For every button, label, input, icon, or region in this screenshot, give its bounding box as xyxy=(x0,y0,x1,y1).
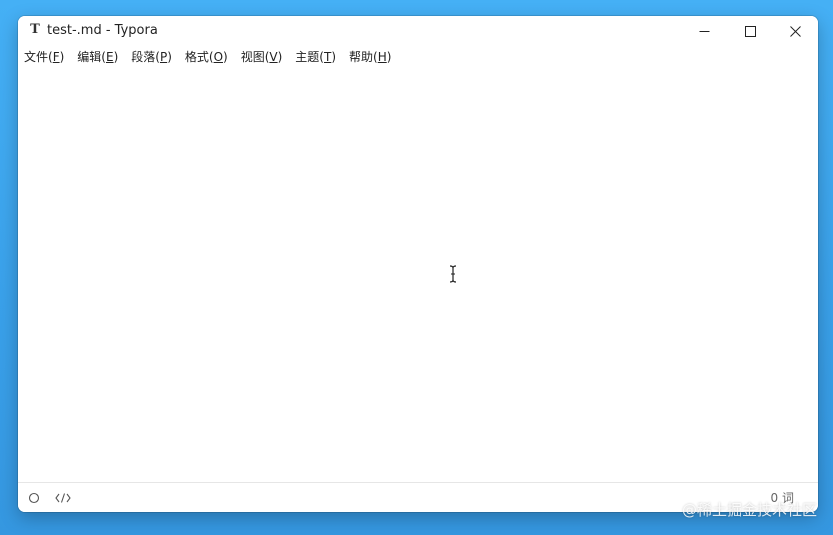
watermark-text: @稀土掘金技术社区 xyxy=(681,501,817,519)
menu-paragraph-label: 段落( xyxy=(131,50,160,64)
minimize-button[interactable] xyxy=(681,16,727,46)
text-cursor-icon xyxy=(449,265,457,283)
editor-area[interactable] xyxy=(18,68,818,482)
menu-help[interactable]: 帮助(H) xyxy=(349,47,398,67)
code-brackets-icon xyxy=(55,493,71,503)
outline-toggle-button[interactable] xyxy=(26,490,42,506)
menu-format-label: 格式( xyxy=(184,50,214,64)
menu-edit[interactable]: 编辑(E) xyxy=(77,47,125,67)
menu-edit-accelerator: E xyxy=(105,50,114,64)
menu-view[interactable]: 视图(V) xyxy=(241,47,290,67)
menu-edit-label: 编辑( xyxy=(77,50,106,64)
menu-view-label: 视图( xyxy=(240,50,270,64)
close-button[interactable] xyxy=(772,16,818,46)
maximize-icon xyxy=(744,25,756,37)
menu-file-accelerator: F xyxy=(52,50,60,64)
close-icon xyxy=(789,25,801,37)
menu-bar: 文件(F) 编辑(E) 段落(P) 格式(O) 视图(V) 主题(T) 帮助(H… xyxy=(18,46,818,68)
desktop-background: T test-.md - Typora 文件(F) 编辑(E) 段落(P) 格式… xyxy=(0,0,833,535)
menu-edit-close: ) xyxy=(113,50,119,64)
window-title: test-.md - Typora xyxy=(47,23,158,38)
menu-theme[interactable]: 主题(T) xyxy=(295,47,343,67)
title-bar[interactable]: T test-.md - Typora xyxy=(18,16,818,46)
menu-file-label: 文件( xyxy=(24,50,53,64)
menu-format[interactable]: 格式(O) xyxy=(185,47,235,67)
circle-outline-icon xyxy=(28,492,40,504)
menu-file-close: ) xyxy=(59,50,65,64)
maximize-button[interactable] xyxy=(727,16,773,46)
menu-help-accelerator: H xyxy=(377,50,387,64)
menu-help-close: ) xyxy=(386,50,392,64)
menu-theme-close: ) xyxy=(331,50,337,64)
menu-theme-label: 主题( xyxy=(295,50,324,64)
typora-window: T test-.md - Typora 文件(F) 编辑(E) 段落(P) 格式… xyxy=(18,16,818,512)
menu-format-accelerator: O xyxy=(213,50,224,64)
minimize-icon xyxy=(699,30,709,32)
menu-view-accelerator: V xyxy=(269,50,278,64)
menu-paragraph-close: ) xyxy=(167,50,172,64)
menu-format-close: ) xyxy=(223,50,228,64)
menu-help-label: 帮助( xyxy=(349,50,378,64)
menu-paragraph[interactable]: 段落(P) xyxy=(131,47,179,67)
typora-app-icon: T xyxy=(30,22,40,37)
source-mode-button[interactable] xyxy=(55,490,71,506)
menu-file[interactable]: 文件(F) xyxy=(24,47,71,67)
menu-view-close: ) xyxy=(277,50,283,64)
